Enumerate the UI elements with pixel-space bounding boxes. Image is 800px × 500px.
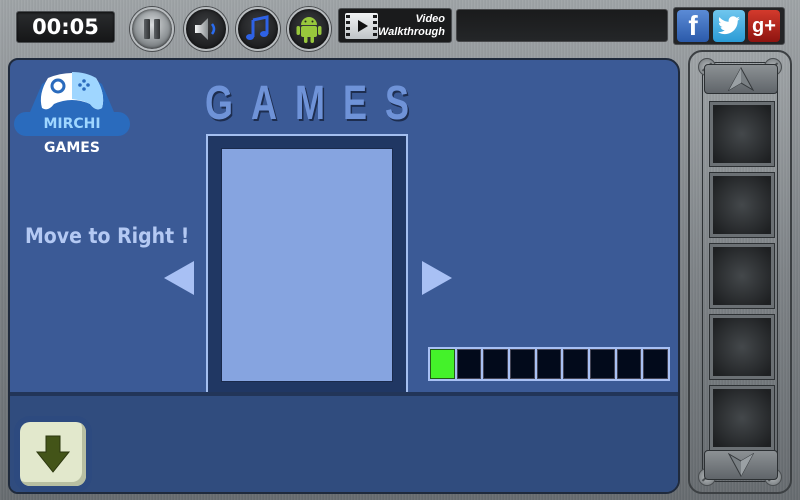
facebook-icon: f [688,10,698,41]
logo-word-mirchi: MIRCHI [43,116,101,132]
video-label-line1: Video [415,12,445,25]
inventory-scroll-up-button[interactable] [704,64,778,94]
arrow-left-button[interactable] [164,261,194,295]
twitter-icon [718,16,740,35]
progress-cell [616,349,642,379]
google-plus-button[interactable]: g+ [748,10,780,42]
message-box [456,9,668,42]
music-button[interactable] [236,7,280,51]
progress-cell [643,349,669,379]
twitter-button[interactable] [713,10,745,42]
progress-cell [430,349,455,379]
progress-cell [563,349,589,379]
sound-button[interactable] [184,7,228,51]
scene-title: GAMES [205,77,428,130]
android-button[interactable] [287,7,331,51]
progress-cell [456,349,482,379]
inventory-slot[interactable] [709,243,775,309]
door[interactable] [221,148,393,382]
floor [10,392,678,492]
arrow-up-icon [728,67,754,91]
progress-cell [483,349,509,379]
logo-word-games: GAMES [44,140,100,156]
facebook-button[interactable]: f [677,10,709,42]
inventory-scroll-down-button[interactable] [704,450,778,480]
speaker-icon [195,18,216,40]
pause-button[interactable] [130,7,174,51]
inventory-slot[interactable] [709,385,775,451]
back-down-button[interactable] [20,422,86,486]
progress-cell [536,349,562,379]
inventory-slot[interactable] [709,101,775,167]
android-icon [296,17,322,43]
progress-cell [590,349,615,379]
music-note-icon [246,15,269,40]
progress-cell [510,349,535,379]
video-walkthrough-button[interactable]: Video Walkthrough [338,8,452,43]
inventory-slot[interactable] [709,314,775,380]
timer-display: 00:05 [16,11,115,43]
sequence-progress [428,347,670,381]
video-label-line2: Walkthrough [377,25,445,38]
arrow-down-icon [35,435,71,473]
social-bar: f g+ [673,7,785,45]
inventory-panel [688,50,792,494]
video-walkthrough-label: Video Walkthrough [378,13,451,39]
pause-icon [142,19,162,39]
scene-panel: MIRCHI GAMES GAMES Move to Right ! [8,58,680,494]
arrow-down-icon [728,453,754,477]
logo-text: MIRCHI GAMES [14,112,130,156]
inventory-slot[interactable] [709,172,775,238]
arrow-right-button[interactable] [422,261,452,295]
game-frame: 00:05 Video Walkthrough f g+ MIRCHI GAME… [0,0,800,500]
google-plus-icon: g+ [752,14,776,37]
door-frame [206,134,408,392]
mirchi-games-logo[interactable]: MIRCHI GAMES [14,64,130,156]
hint-text: Move to Right ! [25,224,190,248]
film-play-icon [345,12,378,39]
